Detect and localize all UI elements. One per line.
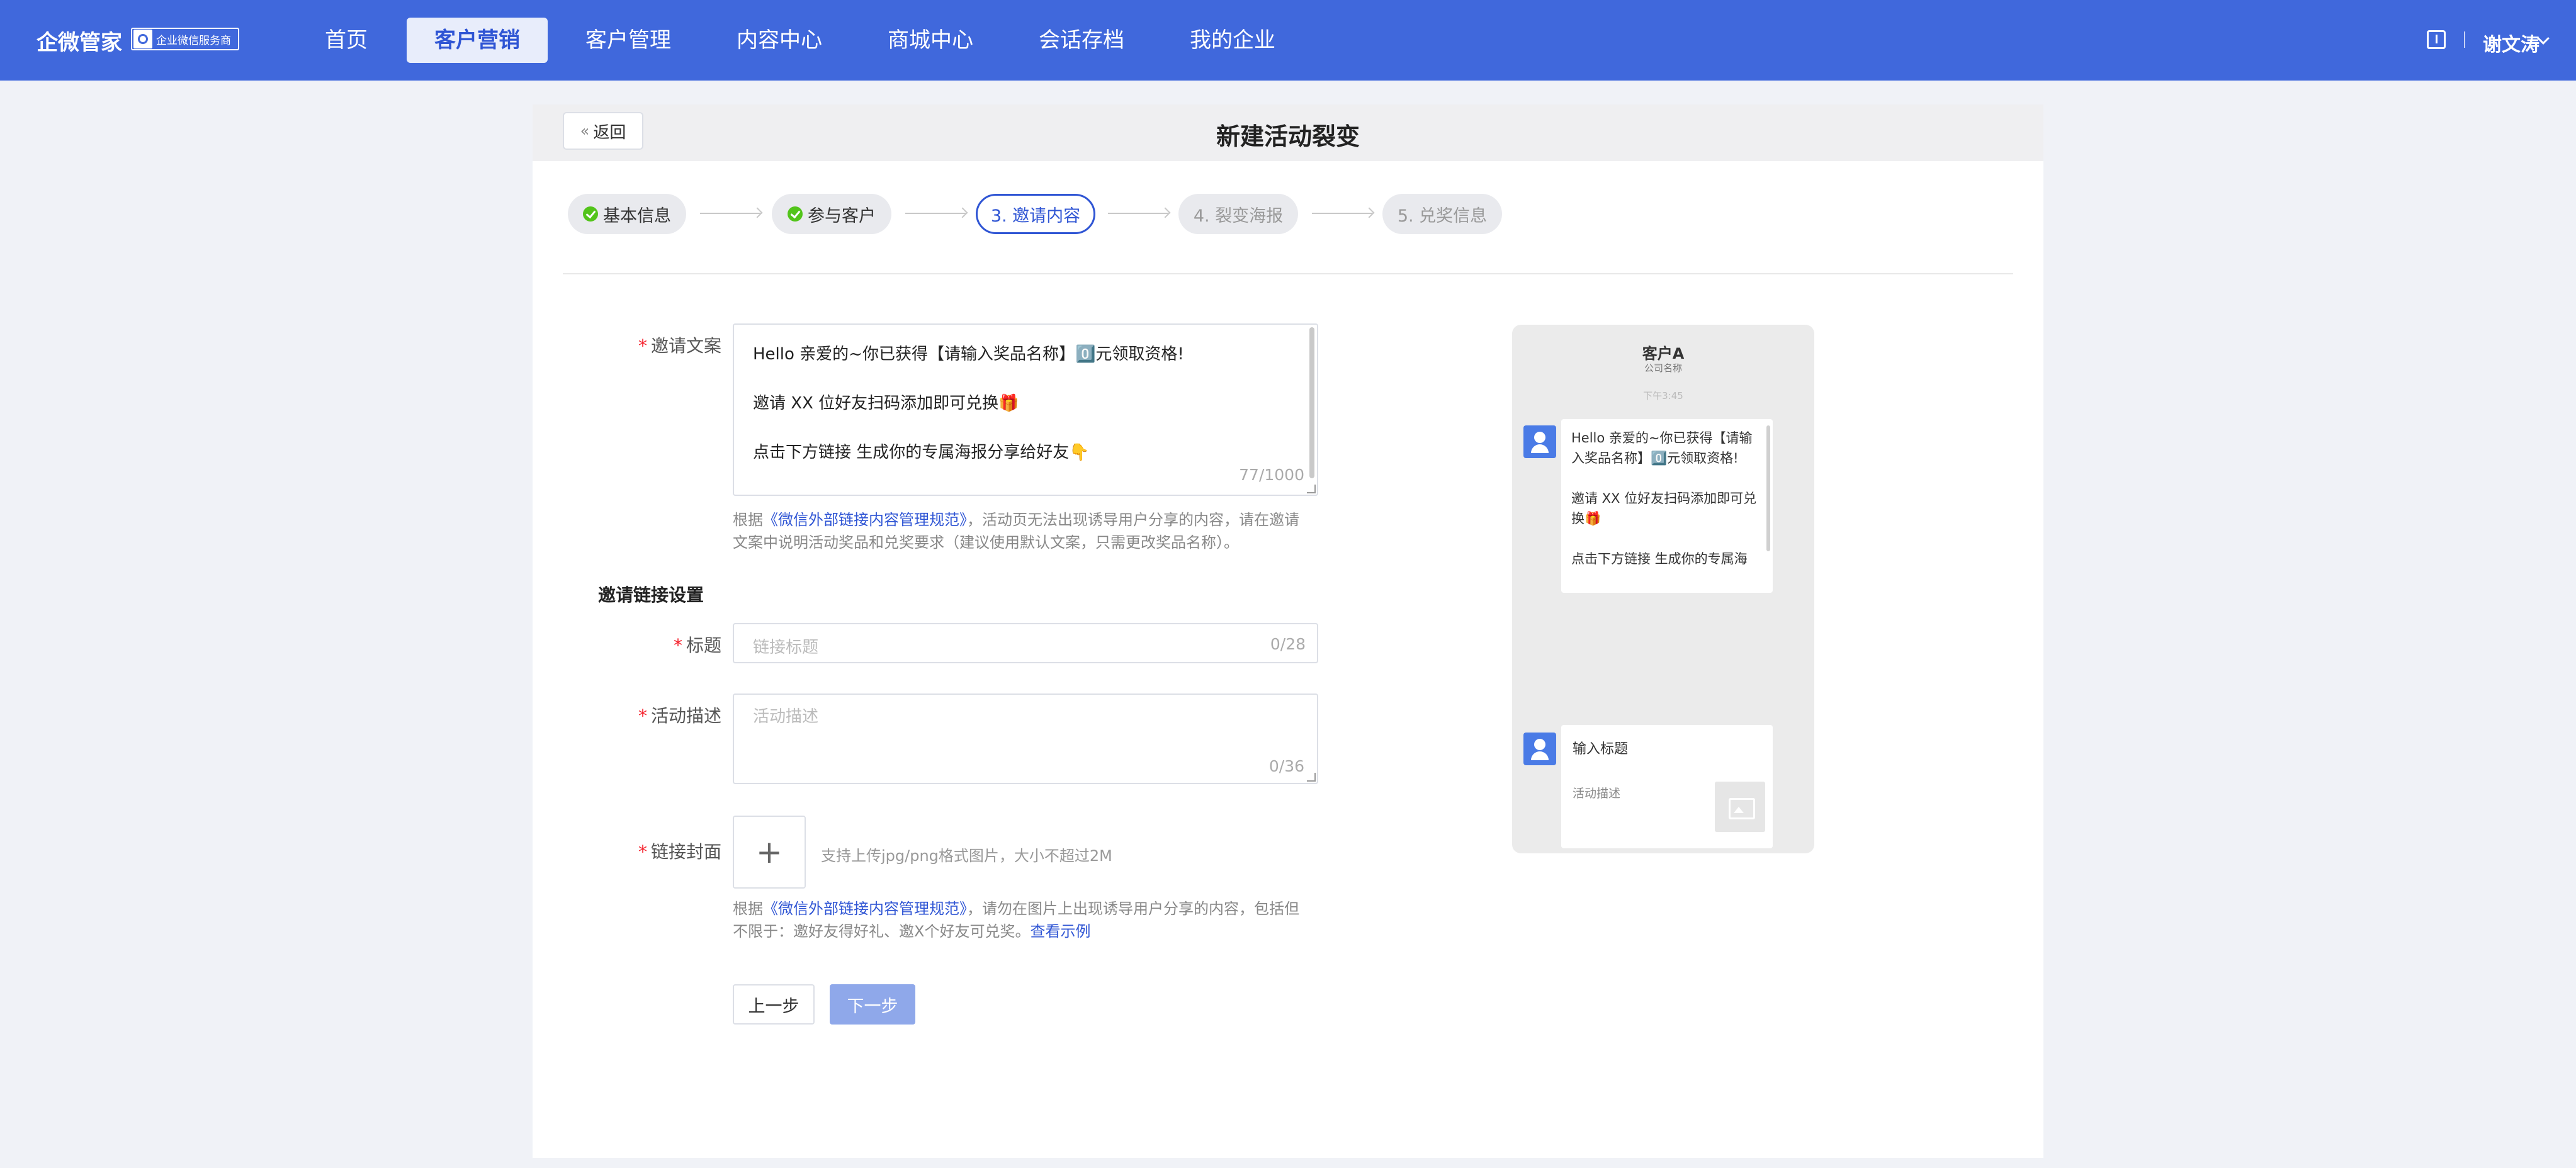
search-badge-icon — [133, 30, 152, 48]
link-title-placeholder: 链接标题 — [753, 638, 819, 657]
invite-text-label: * 邀请文案 — [638, 335, 721, 356]
wechat-link-policy-link[interactable]: 《微信外部链接内容管理规范》 — [763, 900, 967, 918]
link-title-input[interactable]: 链接标题 0/28 — [733, 623, 1318, 663]
textarea-scrollbar[interactable] — [1309, 327, 1314, 478]
nav-divider — [2464, 31, 2465, 48]
step-fission-poster[interactable]: 4. 裂变海报 — [1178, 194, 1298, 234]
link-title-counter: 0/28 — [1270, 635, 1306, 653]
required-mark: * — [638, 841, 647, 862]
user-name[interactable]: 谢文涛 — [2483, 29, 2539, 57]
view-example-link[interactable]: 查看示例 — [1030, 923, 1090, 940]
image-placeholder-icon — [1715, 782, 1765, 832]
avatar-icon — [1523, 425, 1556, 458]
link-card-title: 输入标题 — [1573, 741, 1629, 757]
upload-hint: 支持上传jpg/png格式图片，大小不超过2M — [821, 847, 1112, 865]
bubble-line: 点击下方链接 生成你的专属海 — [1571, 551, 1748, 566]
cover-hint: 根据《微信外部链接内容管理规范》，请勿在图片上出现诱导用户分享的内容，包括但 不… — [733, 900, 1299, 940]
bubble-scrollbar[interactable] — [1766, 425, 1770, 551]
invite-text-counter: 77/1000 — [1239, 466, 1304, 484]
check-circle-icon — [583, 206, 598, 222]
cover-label: * 链接封面 — [638, 841, 721, 862]
link-card-desc: 活动描述 — [1573, 787, 1621, 800]
activity-desc-textarea[interactable]: 活动描述 0/36 — [733, 694, 1318, 784]
activity-desc-counter: 0/36 — [1268, 757, 1304, 775]
invite-text-line: 邀请 XX 位好友扫码添加即可兑换🎁 — [753, 394, 1019, 413]
step-label: 4. 裂变海报 — [1193, 206, 1284, 226]
page-title: 新建活动裂变 — [1216, 123, 1360, 150]
message-preview-panel: 客户A 公司名称 下午3:45 Hello 亲爱的~你已获得【请输入奖品名称】0… — [1512, 325, 1814, 853]
book-icon[interactable] — [2427, 30, 2446, 49]
section-title-link-settings: 邀请链接设置 — [598, 585, 704, 605]
invite-text-line: 点击下方链接 生成你的专属海报分享给好友👇 — [753, 443, 1090, 462]
step-label: 3. 邀请内容 — [990, 206, 1081, 226]
contact-company: 公司名称 — [1644, 362, 1682, 374]
step-invite-content[interactable]: 3. 邀请内容 — [976, 194, 1095, 234]
prev-step-button[interactable]: 上一步 — [733, 984, 815, 1025]
text-message-bubble: Hello 亲爱的~你已获得【请输入奖品名称】0️⃣元领取资格! 邀请 XX 位… — [1561, 419, 1773, 593]
desc-label: * 活动描述 — [638, 705, 721, 726]
plus-icon: + — [756, 834, 782, 870]
step-label: 参与客户 — [808, 206, 876, 226]
nav-item-my-enterprise[interactable]: 我的企业 — [1185, 18, 1280, 63]
step-participants[interactable]: 参与客户 — [772, 194, 891, 234]
step-basic-info[interactable]: 基本信息 — [568, 194, 686, 234]
activity-desc-placeholder: 活动描述 — [753, 707, 819, 726]
resize-handle[interactable] — [1307, 485, 1316, 493]
avatar-icon — [1523, 733, 1556, 765]
link-card-bubble: 输入标题 活动描述 — [1561, 725, 1773, 848]
divider — [563, 273, 2013, 274]
step-redeem-info[interactable]: 5. 兑奖信息 — [1382, 194, 1502, 234]
bubble-line: Hello 亲爱的~你已获得【请输入奖品名称】0️⃣元领取资格! — [1571, 430, 1753, 466]
brand-badge: 企业微信服务商 — [131, 28, 239, 50]
brand-name[interactable]: 企微管家 — [37, 25, 122, 56]
step-arrow — [1108, 213, 1168, 214]
bubble-line: 邀请 XX 位好友扫码添加即可兑换🎁 — [1571, 491, 1757, 526]
step-arrow — [1312, 213, 1372, 214]
step-arrow — [700, 213, 760, 214]
contact-name: 客户A — [1642, 345, 1685, 362]
invite-text-line: Hello 亲爱的~你已获得【请输入奖品名称】0️⃣元领取资格! — [753, 345, 1184, 364]
nav-item-content-center[interactable]: 内容中心 — [732, 18, 827, 63]
nav-item-customer-management[interactable]: 客户管理 — [580, 18, 676, 63]
main-card: « 返回 新建活动裂变 基本信息 参与客户 3. 邀请内容 4. 裂变海报 5.… — [533, 104, 2043, 1158]
resize-handle[interactable] — [1307, 773, 1316, 782]
nav-item-customer-marketing[interactable]: 客户营销 — [407, 18, 548, 63]
card-header: « 返回 新建活动裂变 — [533, 104, 2043, 161]
next-step-button[interactable]: 下一步 — [830, 984, 915, 1025]
required-mark: * — [638, 335, 647, 356]
nav-item-home[interactable]: 首页 — [315, 18, 378, 63]
step-label: 5. 兑奖信息 — [1397, 206, 1488, 226]
brand-badge-text: 企业微信服务商 — [156, 34, 231, 47]
message-time: 下午3:45 — [1643, 390, 1683, 402]
title-label: * 标题 — [673, 635, 721, 656]
step-arrow — [905, 213, 966, 214]
nav-item-session-archive[interactable]: 会话存档 — [1034, 18, 1129, 63]
check-circle-icon — [788, 206, 803, 222]
required-mark: * — [673, 635, 682, 656]
required-mark: * — [638, 705, 647, 726]
top-nav-bar: 企微管家 企业微信服务商 首页 客户营销 客户管理 内容中心 商城中心 会话存档… — [0, 0, 2576, 81]
bubble-text: Hello 亲爱的~你已获得【请输入奖品名称】0️⃣元领取资格! 邀请 XX 位… — [1561, 419, 1773, 590]
invite-text-hint: 根据《微信外部链接内容管理规范》，活动页无法出现诱导用户分享的内容，请在邀请 文… — [733, 511, 1299, 551]
invite-text-textarea[interactable]: Hello 亲爱的~你已获得【请输入奖品名称】0️⃣元领取资格! 邀请 XX 位… — [733, 323, 1318, 496]
nav-item-mall-center[interactable]: 商城中心 — [883, 18, 978, 63]
wechat-link-policy-link[interactable]: 《微信外部链接内容管理规范》 — [763, 511, 967, 529]
step-label: 基本信息 — [603, 206, 671, 226]
cover-upload-button[interactable]: + — [733, 816, 806, 889]
